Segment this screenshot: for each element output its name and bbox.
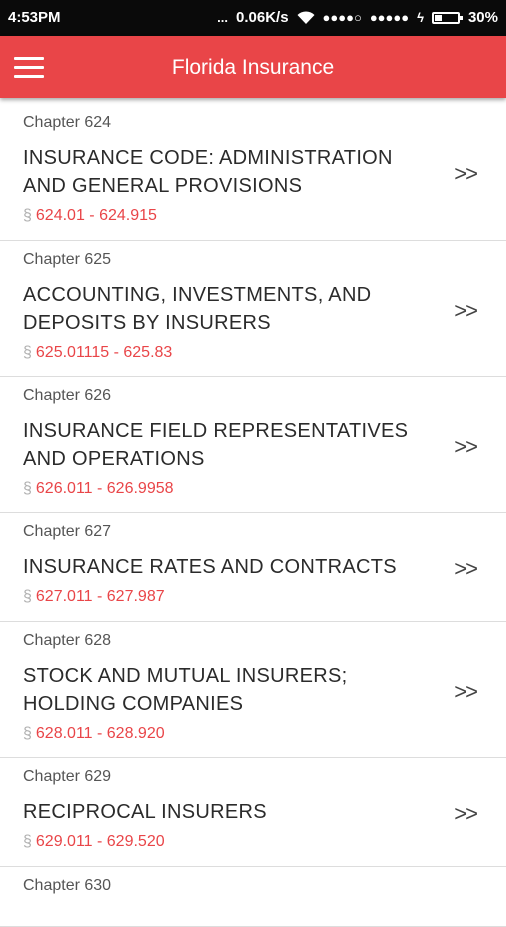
signal-strength-sim1-icon: ●●●●○ bbox=[322, 10, 362, 25]
chapter-list: Chapter 624 INSURANCE CODE: ADMINISTRATIO… bbox=[0, 104, 506, 927]
chapter-title: ACCOUNTING, INVESTMENTS, AND DEPOSITS BY… bbox=[23, 284, 372, 334]
status-bar: 4:53PM ... 0.06K/s ●●●●○ ●●●●● ϟ 30% bbox=[0, 0, 506, 36]
chapter-list-item[interactable]: Chapter 628 STOCK AND MUTUAL INSURERS; HO… bbox=[0, 622, 506, 758]
app-bar: Florida Insurance bbox=[0, 36, 506, 98]
chapter-list-item[interactable]: Chapter 625 ACCOUNTING, INVESTMENTS, AND … bbox=[0, 241, 506, 377]
chapter-number: Chapter 628 bbox=[23, 632, 112, 649]
chevron-right-icon[interactable]: >> bbox=[454, 556, 478, 582]
section-range: § 624.01 - 624.915 bbox=[23, 207, 157, 225]
battery-percent: 30% bbox=[467, 9, 498, 26]
section-range-value: 628.011 - 628.920 bbox=[35, 725, 165, 742]
section-symbol-icon: § bbox=[23, 344, 32, 361]
chapter-list-item[interactable]: Chapter 624 INSURANCE CODE: ADMINISTRATIO… bbox=[0, 104, 506, 241]
section-symbol-icon: § bbox=[23, 480, 32, 497]
section-symbol-icon: § bbox=[23, 588, 32, 605]
chapter-number: Chapter 627 bbox=[23, 523, 112, 540]
status-dots: ... bbox=[217, 10, 228, 25]
wifi-icon bbox=[297, 10, 315, 25]
section-range-value: 625.01115 - 625.83 bbox=[35, 344, 173, 361]
chevron-right-icon[interactable]: >> bbox=[454, 298, 478, 324]
section-range: § 625.01115 - 625.83 bbox=[23, 344, 172, 362]
chapter-title: STOCK AND MUTUAL INSURERS; HOLDING COMPA… bbox=[23, 665, 348, 715]
chapter-list-item[interactable]: Chapter 627 INSURANCE RATES AND CONTRACTS… bbox=[0, 513, 506, 622]
battery-level bbox=[434, 14, 442, 21]
chevron-right-icon[interactable]: >> bbox=[454, 434, 478, 460]
section-range: § 629.011 - 629.520 bbox=[23, 833, 165, 851]
chapter-number: Chapter 630 bbox=[23, 877, 112, 894]
section-symbol-icon: § bbox=[23, 725, 32, 742]
chapter-list-item[interactable]: Chapter 629 RECIPROCAL INSURERS § 629.011 -… bbox=[0, 758, 506, 867]
chapter-number: Chapter 625 bbox=[23, 251, 112, 268]
chapter-list-item[interactable]: Chapter 626 INSURANCE FIELD REPRESENTATIV… bbox=[0, 377, 506, 513]
chapter-number: Chapter 624 bbox=[23, 114, 112, 131]
chapter-list-item[interactable]: Chapter 630 bbox=[0, 867, 506, 927]
chapter-title: INSURANCE FIELD REPRESENTATIVES AND OPER… bbox=[23, 420, 409, 470]
chapter-title: INSURANCE RATES AND CONTRACTS bbox=[23, 556, 397, 578]
section-symbol-icon: § bbox=[23, 207, 32, 224]
section-range: § 628.011 - 628.920 bbox=[23, 725, 165, 743]
section-symbol-icon: § bbox=[23, 833, 32, 850]
section-range-value: 629.011 - 629.520 bbox=[35, 833, 165, 850]
chevron-right-icon[interactable]: >> bbox=[454, 679, 478, 705]
section-range-value: 626.011 - 626.9958 bbox=[35, 480, 174, 497]
status-indicators: ... 0.06K/s ●●●●○ ●●●●● ϟ 30% bbox=[217, 9, 498, 26]
battery-icon bbox=[431, 11, 463, 24]
status-time: 4:53PM bbox=[8, 9, 61, 26]
signal-strength-sim2-icon: ●●●●● bbox=[369, 10, 410, 25]
chapter-title: RECIPROCAL INSURERS bbox=[23, 801, 267, 823]
chevron-right-icon[interactable]: >> bbox=[454, 801, 478, 827]
charging-icon: ϟ bbox=[417, 10, 424, 25]
chapter-title: INSURANCE CODE: ADMINISTRATION AND GENER… bbox=[23, 147, 393, 197]
section-range-value: 627.011 - 627.987 bbox=[35, 588, 165, 605]
page-title: Florida Insurance bbox=[171, 56, 335, 79]
section-range: § 627.011 - 627.987 bbox=[23, 588, 165, 606]
chapter-number: Chapter 629 bbox=[23, 768, 112, 785]
chapter-number: Chapter 626 bbox=[23, 387, 112, 404]
chevron-right-icon[interactable]: >> bbox=[454, 161, 478, 187]
section-range-value: 624.01 - 624.915 bbox=[35, 207, 157, 224]
section-range: § 626.011 - 626.9958 bbox=[23, 480, 174, 498]
network-speed: 0.06K/s bbox=[236, 9, 289, 26]
